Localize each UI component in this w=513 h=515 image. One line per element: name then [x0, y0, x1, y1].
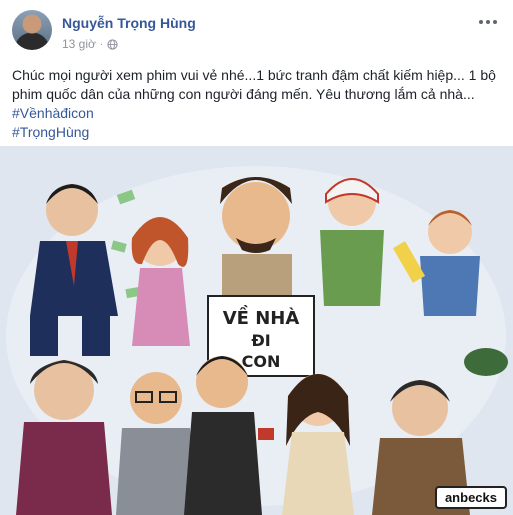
- sign-line-3: CON: [242, 352, 281, 371]
- globe-icon[interactable]: [107, 38, 118, 50]
- author-avatar[interactable]: [12, 10, 52, 50]
- artist-signature: anbecks: [434, 486, 507, 509]
- post-text-line-1: Chúc mọi người xem phim vui vẻ nhé...1 b…: [12, 67, 496, 83]
- hashtag-venhadicon[interactable]: #Vềnhàđicon: [12, 104, 502, 123]
- hashtag-tronghung[interactable]: #TrọngHùng: [12, 123, 502, 142]
- meta-separator: ·: [99, 38, 104, 50]
- caricature-illustration: VỀ NHÀ ĐI CON: [0, 146, 513, 515]
- post-text: Chúc mọi người xem phim vui vẻ nhé...1 b…: [12, 66, 502, 142]
- more-horizontal-icon[interactable]: [476, 14, 500, 30]
- post-header: Nguyễn Trọng Hùng 13 giờ ·: [12, 10, 502, 54]
- author-name[interactable]: Nguyễn Trọng Hùng: [62, 15, 196, 31]
- post-text-line-2: phim quốc dân của những con người đáng m…: [12, 86, 475, 102]
- sign-line-1: VỀ NHÀ: [223, 305, 300, 329]
- post-time[interactable]: 13 giờ: [62, 37, 96, 51]
- post-meta: 13 giờ ·: [62, 37, 118, 51]
- post-card: Nguyễn Trọng Hùng 13 giờ · Chúc mọi ngườ…: [0, 0, 513, 515]
- post-image-caricature[interactable]: VỀ NHÀ ĐI CON anbecks: [0, 146, 513, 515]
- sign-line-2: ĐI: [251, 331, 270, 350]
